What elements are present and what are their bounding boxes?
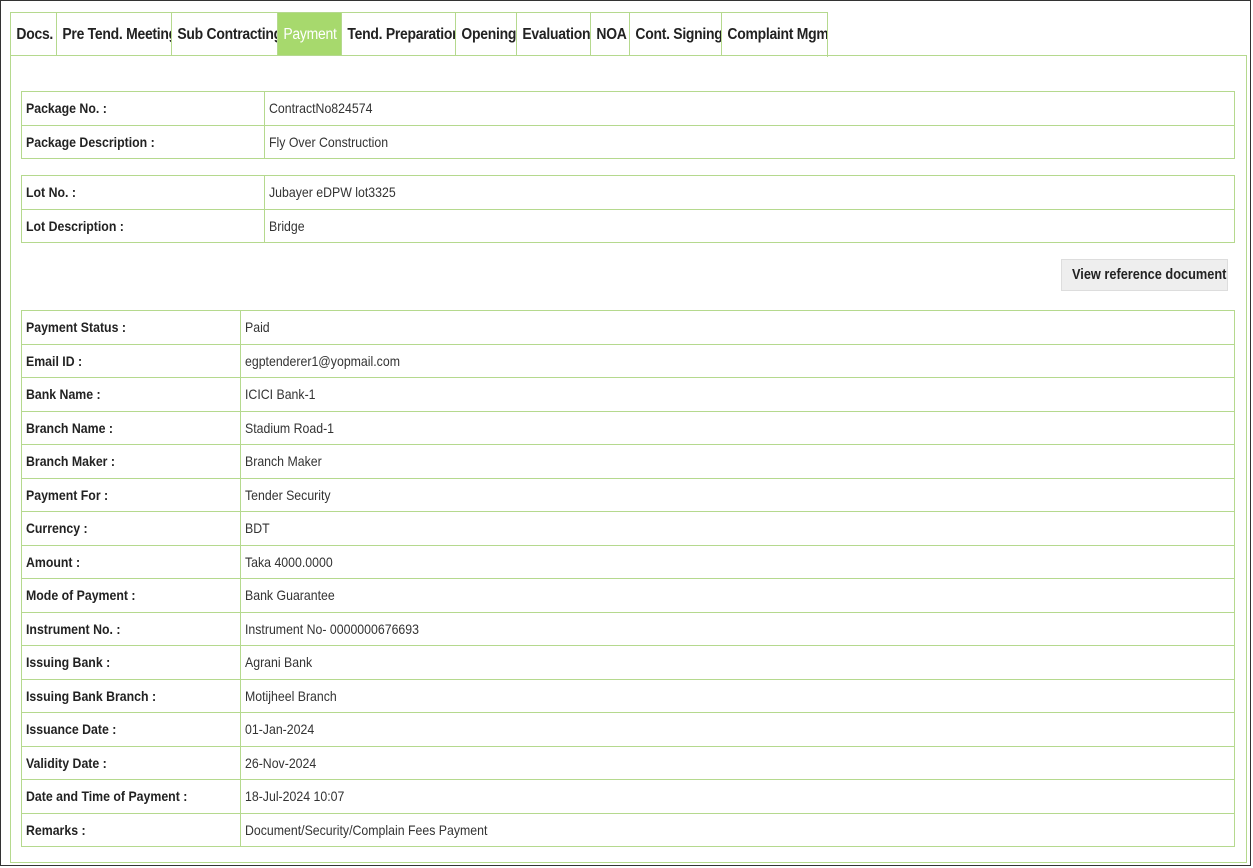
field-label: Package No. : <box>21 91 265 126</box>
table-row: Issuing Bank : Agrani Bank <box>21 645 1235 680</box>
tab-label: Pre Tend. Meeting <box>62 26 172 43</box>
field-value: Tender Security <box>240 477 1235 512</box>
field-value: egptenderer1@yopmail.com <box>240 343 1235 378</box>
field-value: Taka 4000.0000 <box>240 544 1235 579</box>
field-value: BDT <box>240 511 1235 546</box>
tab-label: Docs. <box>16 26 54 43</box>
field-label: Issuing Bank : <box>21 645 241 680</box>
table-row: Branch Maker : Branch Maker <box>21 444 1235 479</box>
table-row: Lot Description : Bridge <box>21 208 1235 243</box>
tab-cont-signing[interactable]: Cont. Signing <box>630 13 722 56</box>
view-reference-document-label: View reference document <box>1072 267 1227 283</box>
table-row: Payment For : Tender Security <box>21 477 1235 512</box>
table-row: Date and Time of Payment :18-Jul-2024 10… <box>21 779 1235 814</box>
tab-label: Tend. Preparation <box>347 26 456 43</box>
tab-pre-tend-meeting[interactable]: Pre Tend. Meeting <box>57 13 172 56</box>
table-row: Issuance Date :01-Jan-2024 <box>21 712 1235 747</box>
field-label: Bank Name : <box>21 377 241 412</box>
field-label: Payment For : <box>21 477 241 512</box>
table-row: Instrument No. : Instrument No- 000000067… <box>21 611 1235 646</box>
tab-label: NOA <box>596 26 627 43</box>
field-label: Package Description : <box>21 124 265 159</box>
tab-label: Cont. Signing <box>635 26 722 43</box>
tab-opening[interactable]: Opening <box>456 13 517 56</box>
table-row: Package No. : ContractNo824574 <box>21 91 1235 126</box>
table-row: Amount : Taka 4000.0000 <box>21 544 1235 579</box>
table-row: Validity Date :26-Nov-2024 <box>21 745 1235 780</box>
field-value: 01-Jan-2024 <box>240 712 1235 747</box>
table-row: Lot No. : Jubayer eDPW lot3325 <box>21 175 1235 210</box>
field-label: Amount : <box>21 544 241 579</box>
tab-label: Evaluation <box>522 26 591 43</box>
field-value: Agrani Bank <box>240 645 1235 680</box>
field-label: Branch Name : <box>21 410 241 445</box>
field-label: Payment Status : <box>21 310 241 345</box>
table-row: Issuing Bank Branch : Motijheel Branch <box>21 678 1235 713</box>
tab-tend-preparation[interactable]: Tend. Preparation <box>342 13 456 56</box>
field-label: Remarks : <box>21 812 241 847</box>
package-description-value: Fly Over Construction <box>264 124 1235 159</box>
field-label: Date and Time of Payment : <box>21 779 241 814</box>
tab-bar: Docs. Pre Tend. Meeting Sub Contracting … <box>10 12 828 57</box>
field-value: 26-Nov-2024 <box>240 745 1235 780</box>
payment-details-table: Payment Status : Paid Email ID : egptendere… <box>21 310 1235 847</box>
field-label: Currency : <box>21 511 241 546</box>
tab-evaluation[interactable]: Evaluation <box>517 13 591 56</box>
table-row: Branch Name : Stadium Road-1 <box>21 410 1235 445</box>
package-no-value: ContractNo824574 <box>264 91 1235 126</box>
field-value: Motijheel Branch <box>240 678 1235 713</box>
table-row: Email ID : egptenderer1@yopmail.com <box>21 343 1235 378</box>
tab-noa[interactable]: NOA <box>591 13 630 56</box>
tab-complaint-mgmt[interactable]: Complaint Mgmt <box>722 13 827 56</box>
view-reference-document-button[interactable]: View reference document <box>1061 259 1228 291</box>
field-value: Document/Security/Complain Fees Payment <box>240 812 1235 847</box>
package-table: Package No. : ContractNo824574 Package D… <box>21 91 1235 159</box>
lot-no-value: Jubayer eDPW lot3325 <box>264 175 1235 210</box>
field-value: Paid <box>240 310 1235 345</box>
tab-label: Sub Contracting <box>177 26 278 43</box>
field-label: Lot No. : <box>21 175 265 210</box>
table-row: Mode of Payment : Bank Guarantee <box>21 578 1235 613</box>
table-row: Bank Name : ICICI Bank-1 <box>21 377 1235 412</box>
field-label: Validity Date : <box>21 745 241 780</box>
table-row: Remarks : Document/Security/Complain Fees… <box>21 812 1235 847</box>
tab-label: Complaint Mgmt <box>727 26 827 43</box>
field-label: Lot Description : <box>21 208 265 243</box>
field-label: Issuance Date : <box>21 712 241 747</box>
tab-docs[interactable]: Docs. <box>11 13 57 56</box>
tab-payment[interactable]: Payment <box>278 13 342 56</box>
field-label: Issuing Bank Branch : <box>21 678 241 713</box>
field-value: Instrument No- 0000000676693 <box>240 611 1235 646</box>
tab-label: Opening <box>461 26 517 43</box>
page-frame: Docs. Pre Tend. Meeting Sub Contracting … <box>0 0 1251 866</box>
field-value: 18-Jul-2024 10:07 <box>240 779 1235 814</box>
field-label: Mode of Payment : <box>21 578 241 613</box>
field-value: ICICI Bank-1 <box>240 377 1235 412</box>
table-row: Package Description : Fly Over Construct… <box>21 124 1235 159</box>
lot-description-value: Bridge <box>264 208 1235 243</box>
lot-table: Lot No. : Jubayer eDPW lot3325 Lot Descr… <box>21 175 1235 243</box>
tab-sub-contracting[interactable]: Sub Contracting <box>172 13 278 56</box>
field-label: Instrument No. : <box>21 611 241 646</box>
field-label: Email ID : <box>21 343 241 378</box>
table-row: Payment Status : Paid <box>21 310 1235 345</box>
field-label: Branch Maker : <box>21 444 241 479</box>
field-value: Stadium Road-1 <box>240 410 1235 445</box>
table-row: Currency : BDT <box>21 511 1235 546</box>
field-value: Bank Guarantee <box>240 578 1235 613</box>
tab-label: Payment <box>283 26 337 43</box>
field-value: Branch Maker <box>240 444 1235 479</box>
